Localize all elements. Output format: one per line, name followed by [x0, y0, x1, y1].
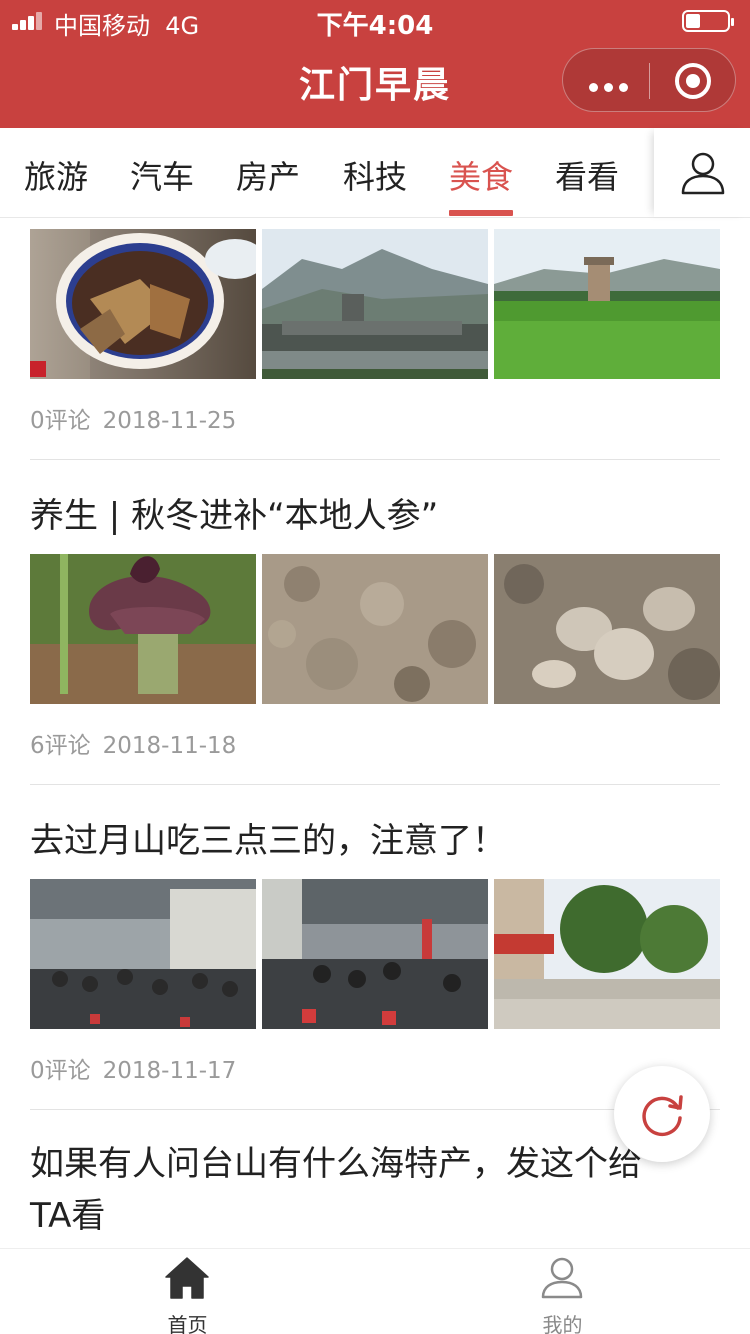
- tab-property[interactable]: 房产: [236, 152, 300, 218]
- battery-icon: [682, 10, 734, 32]
- publish-date: 2018-11-17: [102, 1058, 237, 1084]
- category-tabs: 旅游 汽车 房产 科技 美食 看看: [0, 128, 750, 218]
- herbal-soup-photo: [30, 229, 256, 379]
- article-title[interactable]: 去过月山吃三点三的，注意了！: [30, 815, 720, 867]
- article-card[interactable]: 如果有人问台山有什么海特产，发这个给TA看: [30, 1138, 680, 1242]
- article-card[interactable]: 养生 | 秋冬进补“本地人参” 6评论 2018-11-18: [30, 490, 720, 760]
- comment-count: 6评论: [30, 733, 91, 759]
- comment-count: 0评论: [30, 408, 91, 434]
- tab-auto[interactable]: 汽车: [130, 152, 194, 218]
- outdoor-dining-crowd-photo: [262, 879, 488, 1029]
- tab-watch[interactable]: 看看: [555, 152, 619, 218]
- home-icon: [165, 1257, 209, 1299]
- tuber-root-photo: [494, 554, 720, 704]
- tab-me-label: 我的: [542, 1313, 583, 1334]
- user-outline-icon: [681, 152, 725, 195]
- article-meta: 0评论 2018-11-17: [30, 1051, 720, 1085]
- tab-travel[interactable]: 旅游: [24, 152, 88, 218]
- target-circle-icon[interactable]: [675, 63, 711, 99]
- article-title[interactable]: 养生 | 秋冬进补“本地人参”: [30, 490, 720, 542]
- tab-home[interactable]: 首页: [0, 1249, 375, 1334]
- image-row: [30, 554, 720, 704]
- more-dots-icon[interactable]: [589, 77, 634, 96]
- tab-food[interactable]: 美食: [449, 152, 514, 218]
- profile-button[interactable]: [654, 128, 750, 217]
- comment-count: 0评论: [30, 1058, 91, 1084]
- market-shed-crowd-photo: [30, 879, 256, 1029]
- divider: [30, 459, 720, 460]
- bottom-tab-bar: 首页 我的: [0, 1248, 750, 1334]
- tab-tech[interactable]: 科技: [343, 152, 407, 218]
- article-meta: 6评论 2018-11-18: [30, 726, 720, 760]
- top-header: 中国移动 4G 下午4:04 江门早晨: [0, 0, 750, 128]
- article-title[interactable]: 如果有人问台山有什么海特产，发这个给TA看: [30, 1138, 680, 1242]
- publish-date: 2018-11-18: [102, 733, 237, 759]
- refresh-icon: [642, 1095, 683, 1137]
- refresh-button[interactable]: [614, 1066, 710, 1162]
- person-icon: [541, 1257, 583, 1299]
- image-row: [30, 879, 720, 1029]
- status-bar: 中国移动 4G 下午4:04: [0, 0, 750, 41]
- street-trees-photo: [494, 879, 720, 1029]
- konjac-flower-photo: [30, 554, 256, 704]
- divider: [30, 784, 720, 785]
- article-card[interactable]: 去过月山吃三点三的，注意了！ 0评论 2018-11-17: [30, 815, 720, 1085]
- rice-field-tower-photo: [494, 229, 720, 379]
- tab-home-label: 首页: [167, 1313, 208, 1334]
- clock: 下午4:04: [316, 11, 434, 41]
- article-meta: 0评论 2018-11-25: [30, 401, 720, 435]
- village-mountain-photo: [262, 229, 488, 379]
- miniprogram-capsule: [562, 48, 736, 112]
- image-row: [30, 229, 720, 379]
- capsule-divider: [649, 63, 650, 99]
- article-card[interactable]: 0评论 2018-11-25: [30, 229, 720, 435]
- soil-photo: [262, 554, 488, 704]
- tab-me[interactable]: 我的: [375, 1249, 750, 1334]
- publish-date: 2018-11-25: [102, 408, 237, 434]
